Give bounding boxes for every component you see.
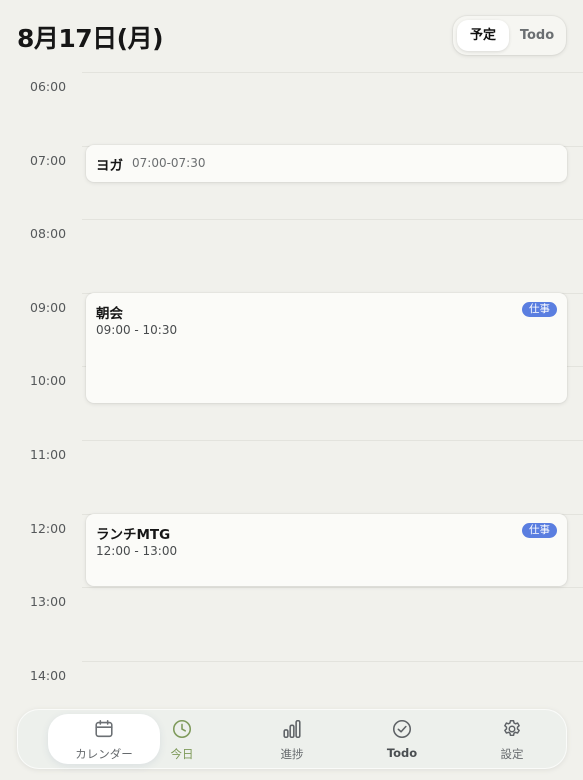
hour-label: 08:00 [30, 226, 67, 242]
tab-progress[interactable]: 進捗 [237, 709, 347, 769]
event-time: 12:00 - 13:00 [96, 544, 178, 558]
event-card[interactable]: ヨガ 07:00-07:30 [86, 145, 567, 182]
event-title: ヨガ [96, 158, 123, 174]
category-tag: 仕事 [522, 302, 557, 317]
bottom-tab-bar: カレンダー 今日 進捗 Todo 設定 [17, 709, 567, 769]
hour-label: 09:00 [30, 299, 67, 315]
hour-label: 13:00 [30, 594, 67, 610]
hour-label: 06:00 [30, 79, 67, 94]
tab-label: 今日 [170, 747, 194, 761]
hour-row: 08:00 [0, 219, 583, 293]
tab-settings[interactable]: 設定 [457, 709, 567, 769]
hour-label: 12:00 [30, 520, 67, 536]
hour-row: 11:00 [0, 440, 583, 514]
hour-label: 10:00 [30, 373, 67, 389]
event-card[interactable]: ランチMTG 12:00 - 13:00 仕事 [86, 514, 567, 586]
segment-todo[interactable]: Todo [511, 20, 563, 51]
page-title: 8月17日(月) [17, 24, 164, 53]
event-title: ランチMTG [96, 527, 171, 543]
category-tag: 仕事 [522, 523, 557, 538]
bar-chart-icon [283, 719, 301, 739]
tab-label: Todo [386, 746, 418, 760]
view-segmented-control: 予定 Todo [453, 16, 566, 55]
hour-divider [82, 587, 583, 589]
hour-divider [82, 660, 583, 662]
tab-today[interactable]: 今日 [127, 709, 237, 769]
hour-divider [82, 440, 583, 441]
header: 8月17日(月) 予定 Todo [0, 0, 583, 72]
day-timeline[interactable]: 06:00 07:00 08:00 09:00 10:00 11:00 12:0… [0, 72, 583, 712]
calendar-icon [95, 719, 113, 738]
gear-icon [504, 720, 520, 737]
hour-label: 14:00 [30, 667, 67, 683]
event-card[interactable]: 朝会 09:00 - 10:30 仕事 [86, 293, 567, 403]
event-time: 09:00 - 10:30 [96, 323, 178, 337]
check-circle-icon [392, 719, 412, 739]
tab-label: 設定 [500, 747, 524, 761]
hour-label: 11:00 [30, 447, 67, 462]
event-title: 朝会 [96, 306, 123, 322]
event-time: 07:00-07:30 [132, 156, 206, 170]
tab-label: 進捗 [280, 747, 304, 761]
segment-schedule[interactable]: 予定 [457, 20, 509, 51]
hour-label: 07:00 [30, 152, 67, 168]
hour-row: 13:00 [0, 587, 583, 661]
hour-row: 06:00 [0, 72, 583, 146]
hour-divider [82, 72, 583, 73]
tab-todo[interactable]: Todo [347, 709, 457, 769]
hour-divider [82, 219, 583, 221]
clock-icon [172, 719, 192, 739]
